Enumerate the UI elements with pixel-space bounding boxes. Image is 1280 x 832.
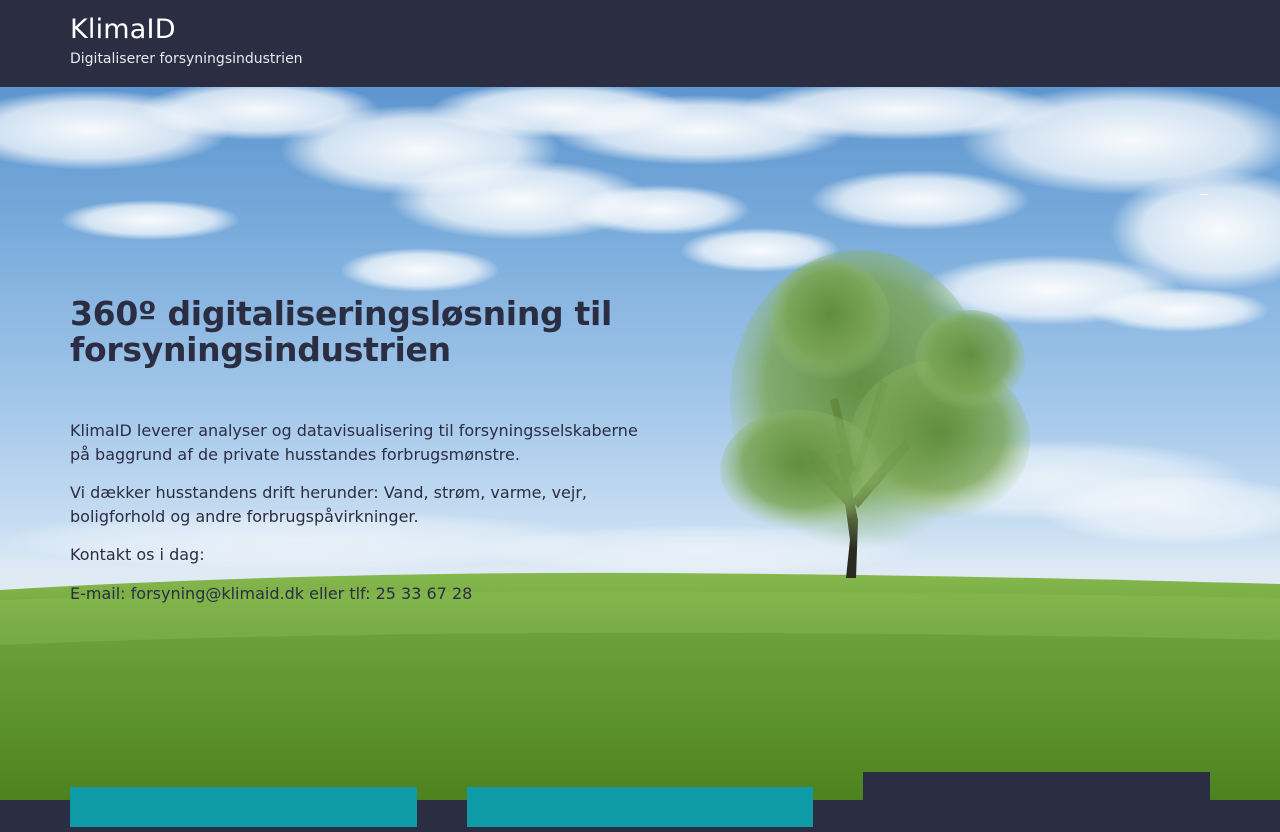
feature-card-1[interactable] [70, 787, 417, 827]
contact-prompt: Kontakt os i dag: [70, 545, 205, 564]
hero-content: 360º digitaliseringsløsning til forsynin… [70, 296, 640, 368]
intro-paragraph: KlimaID leverer analyser og datavisualis… [70, 421, 638, 464]
site-title-link[interactable]: KlimaID [70, 14, 176, 45]
phone-link[interactable]: 25 33 67 28 [376, 584, 473, 603]
hero-heading: 360º digitaliseringsløsning til forsynin… [70, 294, 613, 369]
contact-line: E-mail: forsyning@klimaid.dk eller tlf: … [70, 582, 670, 606]
feature-card-2[interactable] [467, 787, 813, 827]
site-tagline: Digitaliserer forsyningsindustrien [70, 51, 303, 67]
coverage-paragraph: Vi dækker husstandens drift herunder: Va… [70, 483, 588, 526]
phone-prefix: eller tlf: [309, 584, 371, 603]
feature-card-3[interactable] [863, 772, 1210, 832]
menu-toggle[interactable] [1200, 194, 1208, 195]
email-link[interactable]: forsyning@klimaid.dk [131, 584, 304, 603]
hero-intro: KlimaID leverer analyser og datavisualis… [70, 419, 640, 581]
site-header: KlimaID Digitaliserer forsyningsindustri… [0, 0, 1280, 87]
email-label: E-mail: [70, 584, 126, 603]
